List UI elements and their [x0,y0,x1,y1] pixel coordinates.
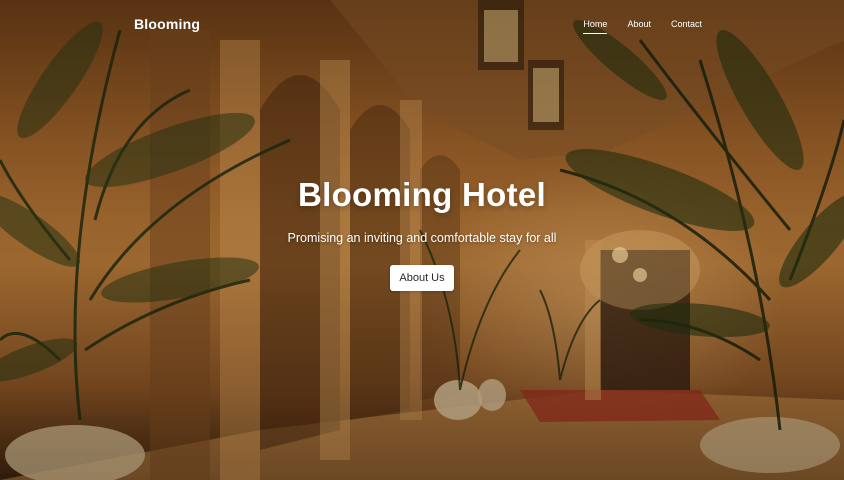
hero-subtitle: Promising an inviting and comfortable st… [287,231,557,245]
nav-link-contact[interactable]: Contact [671,19,702,33]
nav-menu: Home About Contact [583,19,702,34]
nav-link-about[interactable]: About [627,19,651,33]
brand-logo-link[interactable]: Blooming [134,16,200,32]
top-navigation: Blooming Home About Contact [0,0,844,52]
hero-content: Blooming Hotel Promising an inviting and… [0,176,844,291]
hero-title: Blooming Hotel [297,176,546,213]
about-us-button[interactable]: About Us [390,265,454,291]
hero-section: Blooming Home About Contact Blooming Hot… [0,0,844,480]
nav-link-home[interactable]: Home [583,19,608,34]
